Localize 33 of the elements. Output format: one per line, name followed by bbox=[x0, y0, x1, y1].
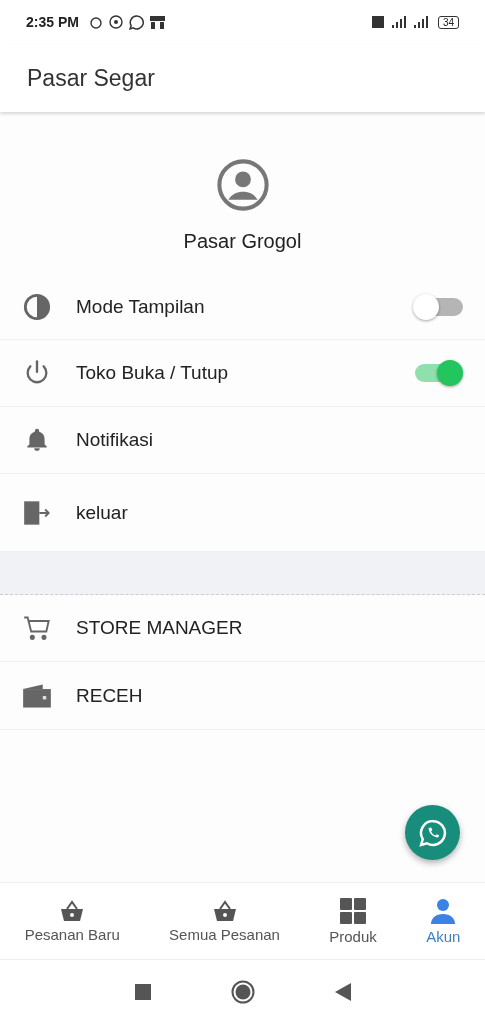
notification-icon bbox=[108, 15, 123, 29]
cart-icon bbox=[23, 615, 51, 641]
status-time: 2:35 PM bbox=[26, 14, 79, 30]
bell-icon bbox=[24, 426, 50, 454]
recents-icon[interactable] bbox=[134, 984, 151, 1000]
setting-label: Mode Tampilan bbox=[76, 296, 206, 318]
store-icon bbox=[149, 15, 165, 29]
chat-button[interactable] bbox=[405, 805, 460, 860]
setting-label: Notifikasi bbox=[76, 429, 155, 451]
alarm-icon bbox=[88, 15, 103, 29]
nav-tab[interactable]: Pesanan Baru bbox=[0, 883, 145, 959]
app-title: Pasar Segar bbox=[27, 64, 155, 92]
exit-icon bbox=[23, 499, 51, 526]
nav-tab[interactable]: Semua Pesanan bbox=[144, 883, 305, 959]
whatsapp-icon bbox=[417, 817, 448, 848]
person-icon bbox=[430, 897, 457, 924]
avatar-icon bbox=[215, 158, 270, 212]
store-name: Pasar Grogol bbox=[183, 230, 302, 253]
back-icon[interactable] bbox=[334, 983, 351, 1001]
setting-label: keluar bbox=[76, 501, 129, 524]
home-icon[interactable] bbox=[230, 980, 255, 1004]
menu-label: STORE MANAGER bbox=[76, 617, 244, 639]
basket-icon bbox=[212, 899, 237, 922]
chat-icon bbox=[128, 14, 144, 30]
nav-tab[interactable]: Akun bbox=[401, 883, 485, 959]
menu-label: RECEH bbox=[76, 684, 144, 707]
wallet-icon bbox=[22, 682, 52, 709]
battery-level: 34 bbox=[437, 15, 459, 29]
grid-icon bbox=[340, 897, 367, 924]
nav-tab[interactable]: Produk bbox=[304, 883, 402, 959]
basket-icon bbox=[60, 899, 85, 922]
setting-label: Toko Buka / Tutup bbox=[76, 362, 230, 384]
contrast-icon bbox=[23, 293, 51, 321]
